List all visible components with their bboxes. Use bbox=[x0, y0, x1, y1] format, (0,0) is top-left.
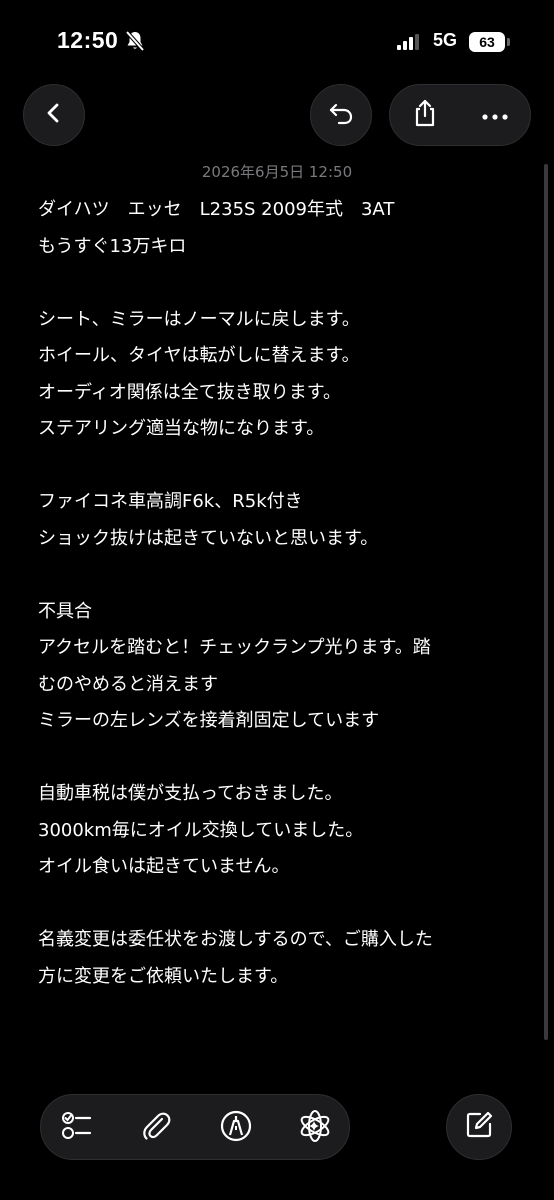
share-icon bbox=[411, 98, 439, 132]
bottom-toolbar bbox=[40, 1094, 350, 1160]
compose-button[interactable] bbox=[446, 1094, 512, 1160]
note-line: ファイコネ車高調F6k、R5k付き bbox=[38, 491, 303, 512]
note-body[interactable]: ダイハツ エッセ L235S 2009年式 3AT もうすぐ13万キロシート、ミラ… bbox=[38, 192, 518, 995]
writing-tools-icon bbox=[297, 1108, 333, 1148]
cellular-signal-icon bbox=[397, 34, 425, 50]
note-line: オーディオ関係は全て抜き取ります。 bbox=[38, 381, 341, 403]
note-line: オイル食いは起きていません。 bbox=[38, 856, 290, 877]
note-timestamp: 2026年6月5日 12:50 bbox=[201, 163, 353, 181]
pen-markup-icon bbox=[219, 1109, 253, 1147]
note-line: ミラーの左レンズを接着剤固定しています bbox=[38, 710, 380, 731]
note-line: アクセルを踏むと！チェックランプ光ります。踏 bbox=[38, 637, 431, 658]
note-line: 方に変更をご依頼いたします。 bbox=[38, 965, 289, 987]
note-line: ステアリング適当な物になります。 bbox=[38, 418, 325, 439]
back-button[interactable] bbox=[23, 84, 85, 146]
note-blank-line bbox=[38, 448, 518, 485]
network-type: 5G bbox=[433, 30, 458, 50]
share-button[interactable] bbox=[390, 85, 460, 145]
note-line: シート、ミラーはノーマルに戻します。 bbox=[38, 308, 360, 330]
status-time: 12:50 bbox=[57, 27, 119, 53]
note-line: もうすぐ13万キロ bbox=[38, 235, 187, 257]
writing-tools-button[interactable] bbox=[297, 1110, 333, 1146]
share-more-group bbox=[389, 84, 531, 146]
note-blank-line bbox=[38, 557, 518, 594]
attach-button[interactable] bbox=[138, 1110, 174, 1146]
note-blank-line bbox=[38, 886, 518, 923]
note-line: ホイール、タイヤは転がしに替えます。 bbox=[38, 345, 360, 366]
note-blank-line bbox=[38, 740, 518, 777]
note-line: 3000km毎にオイル交換していました。 bbox=[38, 819, 364, 841]
compose-icon bbox=[464, 1110, 494, 1144]
markup-button[interactable] bbox=[218, 1110, 254, 1146]
ellipsis-icon bbox=[481, 106, 509, 125]
battery-level: 63 bbox=[469, 32, 505, 52]
undo-button[interactable] bbox=[310, 84, 372, 146]
status-bar: 12:50 5G 63 bbox=[0, 0, 554, 84]
note-line: ダイハツ エッセ L235S 2009年式 3AT bbox=[38, 199, 395, 220]
note-blank-line bbox=[38, 265, 518, 302]
more-button[interactable] bbox=[460, 85, 530, 145]
checklist-button[interactable] bbox=[59, 1110, 95, 1146]
chevron-left-icon bbox=[42, 101, 66, 129]
note-line: 自動車税は僕が支払っておきました。 bbox=[38, 783, 343, 804]
battery-tip bbox=[507, 38, 510, 46]
checklist-icon bbox=[60, 1109, 94, 1147]
note-line: ショック抜けは起きていないと思います。 bbox=[38, 527, 379, 549]
undo-arrow-icon bbox=[327, 99, 355, 131]
bell-slash-icon bbox=[123, 29, 147, 53]
note-line: 名義変更は委任状をお渡しするので、ご購入した bbox=[38, 929, 433, 950]
scroll-indicator[interactable] bbox=[544, 164, 548, 1040]
note-line: 不具合 bbox=[38, 600, 92, 622]
note-line: むのやめると消えます bbox=[38, 673, 218, 695]
paperclip-icon bbox=[139, 1109, 173, 1147]
